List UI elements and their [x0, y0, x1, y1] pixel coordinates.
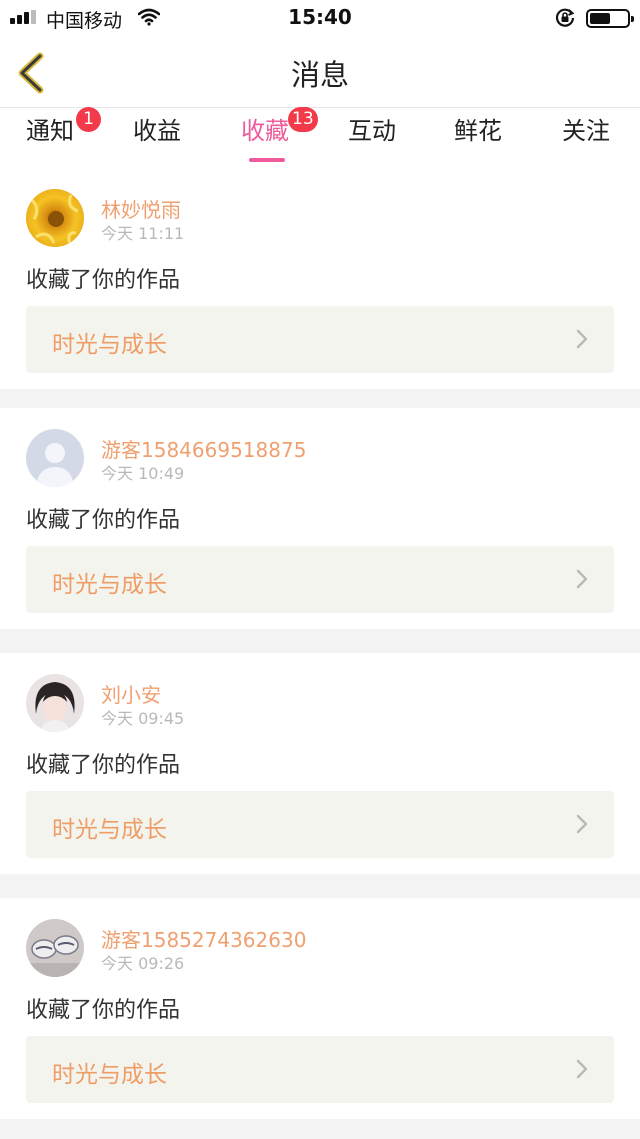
work-title: 时光与成长 — [52, 817, 167, 843]
clock: 15:40 — [288, 5, 352, 29]
unread-badge: 1 — [76, 107, 101, 132]
page-title: 消息 — [290, 58, 349, 92]
tab-label: 收益 — [133, 117, 181, 145]
action-text: 收藏了你的作品 — [26, 753, 181, 778]
action-text: 收藏了你的作品 — [26, 998, 181, 1023]
timestamp: 今天 09:26 — [101, 954, 185, 973]
rotation-lock-icon — [554, 7, 576, 33]
username[interactable]: 林妙悦雨 — [101, 194, 181, 223]
timestamp: 今天 11:11 — [101, 224, 185, 243]
tab-bar: 通知 1 收益 收藏 13 互动 鲜花 关注 — [0, 107, 640, 168]
username[interactable]: 游客1584669518875 — [101, 434, 306, 463]
tab-earnings[interactable]: 收益 — [133, 114, 181, 162]
default-user-avatar[interactable] — [26, 429, 84, 487]
tab-notifications[interactable]: 通知 1 — [26, 107, 101, 162]
tab-following[interactable]: 关注 — [562, 114, 610, 162]
chevron-right-icon — [576, 329, 588, 349]
list-item: 游客1584669518875 今天 10:49 收藏了你的作品 时光与成长 — [0, 408, 640, 629]
tab-favorites[interactable]: 收藏 13 — [241, 107, 318, 162]
username[interactable]: 刘小安 — [101, 679, 161, 708]
battery-icon — [586, 9, 634, 28]
timestamp: 今天 09:45 — [101, 709, 185, 728]
tab-label: 通知 — [26, 117, 74, 145]
work-link[interactable]: 时光与成长 — [26, 546, 614, 613]
chevron-right-icon — [576, 814, 588, 834]
tab-interactions[interactable]: 互动 — [348, 114, 396, 162]
work-title: 时光与成长 — [52, 1062, 167, 1088]
status-bar: 中国移动 15:40 — [0, 0, 640, 36]
work-link[interactable]: 时光与成长 — [26, 1036, 614, 1103]
action-text: 收藏了你的作品 — [26, 268, 181, 293]
tab-label: 鲜花 — [454, 117, 502, 145]
username[interactable]: 游客1585274362630 — [101, 924, 306, 953]
photo-avatar[interactable] — [26, 919, 84, 977]
chevron-right-icon — [576, 1059, 588, 1079]
timestamp: 今天 10:49 — [101, 464, 185, 483]
tab-flowers[interactable]: 鲜花 — [454, 114, 502, 162]
work-link[interactable]: 时光与成长 — [26, 791, 614, 858]
sunflower-avatar[interactable] — [26, 189, 84, 247]
unread-badge: 13 — [288, 107, 318, 132]
list-item: 游客1585274362630 今天 09:26 收藏了你的作品 时光与成长 — [0, 898, 640, 1119]
work-title: 时光与成长 — [52, 332, 167, 358]
tab-label: 收藏 — [241, 117, 289, 145]
action-text: 收藏了你的作品 — [26, 508, 181, 533]
work-link[interactable]: 时光与成长 — [26, 306, 614, 373]
tab-label: 互动 — [348, 117, 396, 145]
portrait-avatar[interactable] — [26, 674, 84, 732]
active-tab-indicator — [249, 158, 285, 162]
work-title: 时光与成长 — [52, 572, 167, 598]
navigation-bar: 消息 — [0, 36, 640, 108]
chevron-right-icon — [576, 569, 588, 589]
list-item: 林妙悦雨 今天 11:11 收藏了你的作品 时光与成长 — [0, 168, 640, 389]
list-item: 刘小安 今天 09:45 收藏了你的作品 时光与成长 — [0, 653, 640, 874]
tab-label: 关注 — [562, 117, 610, 145]
